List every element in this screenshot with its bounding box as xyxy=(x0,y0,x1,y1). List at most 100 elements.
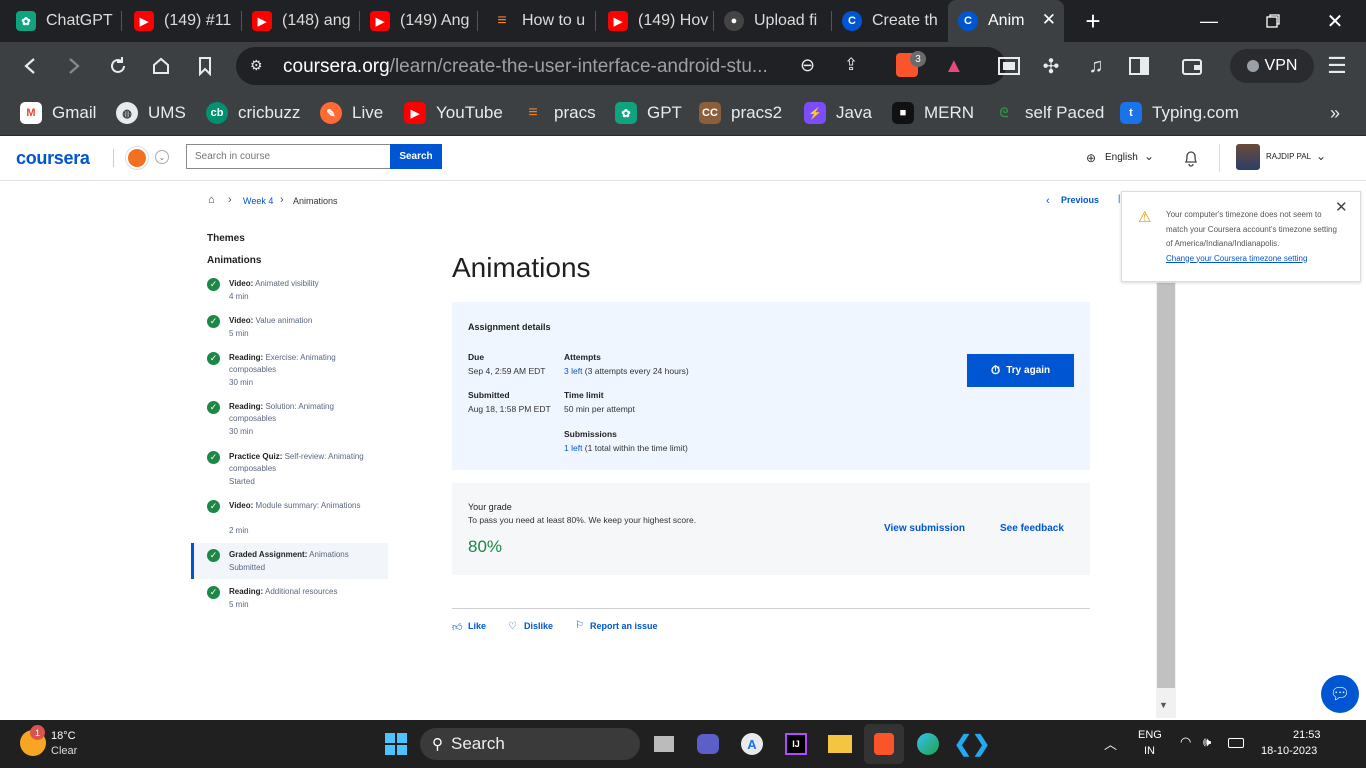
sidebar-item[interactable]: ✓ Reading: Solution: Animating composabl… xyxy=(207,401,387,441)
browser-tab[interactable]: ✿ ChatGPT xyxy=(6,0,122,42)
browser-tab[interactable]: ▶ (149) Ang xyxy=(360,0,478,42)
like-button[interactable]: Like xyxy=(468,621,486,631)
windows-start-icon[interactable] xyxy=(380,728,412,760)
sidebar-item[interactable]: ✓ Reading: Exercise: Animating composabl… xyxy=(207,352,387,392)
try-again-button[interactable]: ⏱ Try again xyxy=(967,354,1074,387)
view-submission-link[interactable]: View submission xyxy=(884,523,965,534)
change-timezone-link[interactable]: Change your Coursera timezone setting xyxy=(1166,254,1307,263)
address-bar[interactable]: ⚙ coursera.org/learn/create-the-user-int… xyxy=(236,47,1006,85)
bookmark-youtube[interactable]: ▶ YouTube xyxy=(404,100,503,126)
battery-icon[interactable] xyxy=(1228,738,1244,748)
home-icon[interactable] xyxy=(147,52,175,80)
search-button[interactable]: Search xyxy=(390,144,442,169)
brave-rewards-icon[interactable]: ▲ xyxy=(944,55,964,78)
bookmark-mern[interactable]: ■ MERN xyxy=(892,100,974,126)
more-bookmarks-icon[interactable]: » xyxy=(1330,100,1340,126)
back-icon[interactable] xyxy=(16,52,44,80)
site-settings-icon[interactable]: ⚙ xyxy=(250,57,263,74)
thumbs-up-icon[interactable]: 👍︎ xyxy=(452,621,462,633)
search-input[interactable] xyxy=(186,144,391,169)
clock-time[interactable]: 21:53 xyxy=(1293,729,1321,741)
home-icon[interactable]: ⌂ xyxy=(208,194,215,206)
language-selector[interactable]: English xyxy=(1105,152,1138,163)
extensions-icon[interactable]: ✣ xyxy=(1037,52,1065,80)
browser-tab[interactable]: ≡ How to u xyxy=(482,0,596,42)
share-icon[interactable]: ⇪ xyxy=(844,55,858,75)
bookmark-live[interactable]: ✎ Live xyxy=(320,100,383,126)
minimize-icon[interactable]: — xyxy=(1186,0,1232,42)
sidebar-item[interactable]: ✓ Video: Module summary: Animations 2 mi… xyxy=(207,500,387,540)
dislike-button[interactable]: Dislike xyxy=(524,621,553,631)
scrollbar-thumb[interactable] xyxy=(1157,283,1175,688)
intellij-icon[interactable]: IJ xyxy=(780,728,812,760)
university-logo[interactable] xyxy=(126,147,148,169)
notifications-bell-icon[interactable] xyxy=(1183,149,1199,167)
file-explorer-icon[interactable] xyxy=(824,728,856,760)
thumbs-down-icon[interactable]: ♡ xyxy=(508,621,517,632)
flag-icon[interactable]: ⚐ xyxy=(575,620,584,631)
app-icon[interactable]: A xyxy=(736,728,768,760)
menu-icon[interactable]: ☰ xyxy=(1323,52,1351,80)
browser-tab[interactable]: ▶ (149) Hov xyxy=(598,0,714,42)
taskbar-search[interactable]: ⚲ Search xyxy=(420,728,640,760)
close-tab-icon[interactable]: ✕ xyxy=(1042,10,1056,30)
chevron-up-icon[interactable]: ︿ xyxy=(1104,734,1117,753)
brave-browser-icon[interactable] xyxy=(868,728,900,760)
weather-temp[interactable]: 18°C xyxy=(51,730,76,742)
browser-tab[interactable]: C Create th xyxy=(832,0,948,42)
sidebar-icon[interactable] xyxy=(1125,52,1153,80)
user-name[interactable]: RAJDIP PAL xyxy=(1266,152,1311,161)
edge-icon[interactable] xyxy=(912,728,944,760)
close-icon[interactable]: ✕ xyxy=(1335,198,1348,216)
reload-icon[interactable] xyxy=(104,52,132,80)
bookmark-gpt[interactable]: ✿ GPT xyxy=(615,100,682,126)
bookmark-icon[interactable] xyxy=(191,52,219,80)
bookmark-pracs2[interactable]: CC pracs2 xyxy=(699,100,782,126)
vpn-button[interactable]: VPN xyxy=(1230,49,1314,83)
bookmark-cricbuzz[interactable]: cb cricbuzz xyxy=(206,100,300,126)
picture-in-picture-icon[interactable] xyxy=(995,52,1023,80)
chevron-down-icon[interactable]: ⌄ xyxy=(155,150,169,164)
scroll-down-arrow-icon[interactable]: ▼ xyxy=(1159,700,1168,710)
forward-icon[interactable] xyxy=(60,52,88,80)
bookmark-java[interactable]: ⚡ Java xyxy=(804,100,872,126)
see-feedback-link[interactable]: See feedback xyxy=(1000,523,1064,534)
bookmark-typing[interactable]: t Typing.com xyxy=(1120,100,1239,126)
vscode-icon[interactable]: ❮❯ xyxy=(954,728,991,760)
wifi-icon[interactable]: ◠ xyxy=(1180,734,1191,750)
previous-link[interactable]: Previous xyxy=(1061,195,1099,205)
sidebar-item[interactable]: ✓ Practice Quiz: Self-review: Animating … xyxy=(207,451,387,491)
sidebar-item-active[interactable]: ✓ Graded Assignment: Animations Submitte… xyxy=(207,549,387,577)
next-link-edge[interactable]: | xyxy=(1118,193,1120,203)
report-issue-button[interactable]: Report an issue xyxy=(590,621,658,631)
media-icon[interactable]: ♫ xyxy=(1082,52,1110,80)
chat-help-icon[interactable]: 💬︎ xyxy=(1321,675,1359,713)
new-tab-icon[interactable]: + xyxy=(1070,0,1116,42)
browser-tab[interactable]: ● Upload fi xyxy=(714,0,832,42)
sidebar-item[interactable]: ✓ Video: Animated visibility 4 min xyxy=(207,278,387,308)
breadcrumb-week[interactable]: Week 4 xyxy=(243,196,273,206)
language-indicator[interactable]: ENG xyxy=(1138,729,1162,741)
coursera-logo[interactable]: coursera xyxy=(16,148,90,169)
meet-icon[interactable] xyxy=(692,728,724,760)
bookmark-pracs[interactable]: ≡ pracs xyxy=(522,100,595,126)
bookmark-gmail[interactable]: M Gmail xyxy=(20,100,96,126)
wallet-icon[interactable] xyxy=(1178,52,1206,80)
chevron-left-icon[interactable]: ‹ xyxy=(1046,195,1050,207)
task-view-icon[interactable] xyxy=(648,728,680,760)
zoom-icon[interactable]: ⊖ xyxy=(800,55,815,76)
restore-icon[interactable] xyxy=(1250,0,1296,42)
browser-tab[interactable]: ▶ (148) ang xyxy=(242,0,360,42)
chevron-down-icon[interactable]: ⌄ xyxy=(1316,149,1326,163)
bookmark-ums[interactable]: ◍ UMS xyxy=(116,100,186,126)
volume-icon[interactable]: 🕪︎ xyxy=(1203,734,1211,750)
sidebar-item[interactable]: ✓ Reading: Additional resources 5 min xyxy=(207,586,387,614)
sidebar-themes-label[interactable]: Themes xyxy=(207,233,245,244)
avatar[interactable] xyxy=(1236,144,1260,170)
sidebar-item[interactable]: ✓ Video: Value animation 5 min xyxy=(207,315,387,345)
chevron-down-icon[interactable]: ⌄ xyxy=(1144,149,1154,163)
browser-tab[interactable]: ▶ (149) #11 xyxy=(124,0,242,42)
close-window-icon[interactable]: ✕ xyxy=(1312,0,1358,42)
browser-tab-active[interactable]: C Anim ✕ xyxy=(948,0,1064,42)
bookmark-self-paced[interactable]: ᘓ self Paced xyxy=(993,100,1104,126)
